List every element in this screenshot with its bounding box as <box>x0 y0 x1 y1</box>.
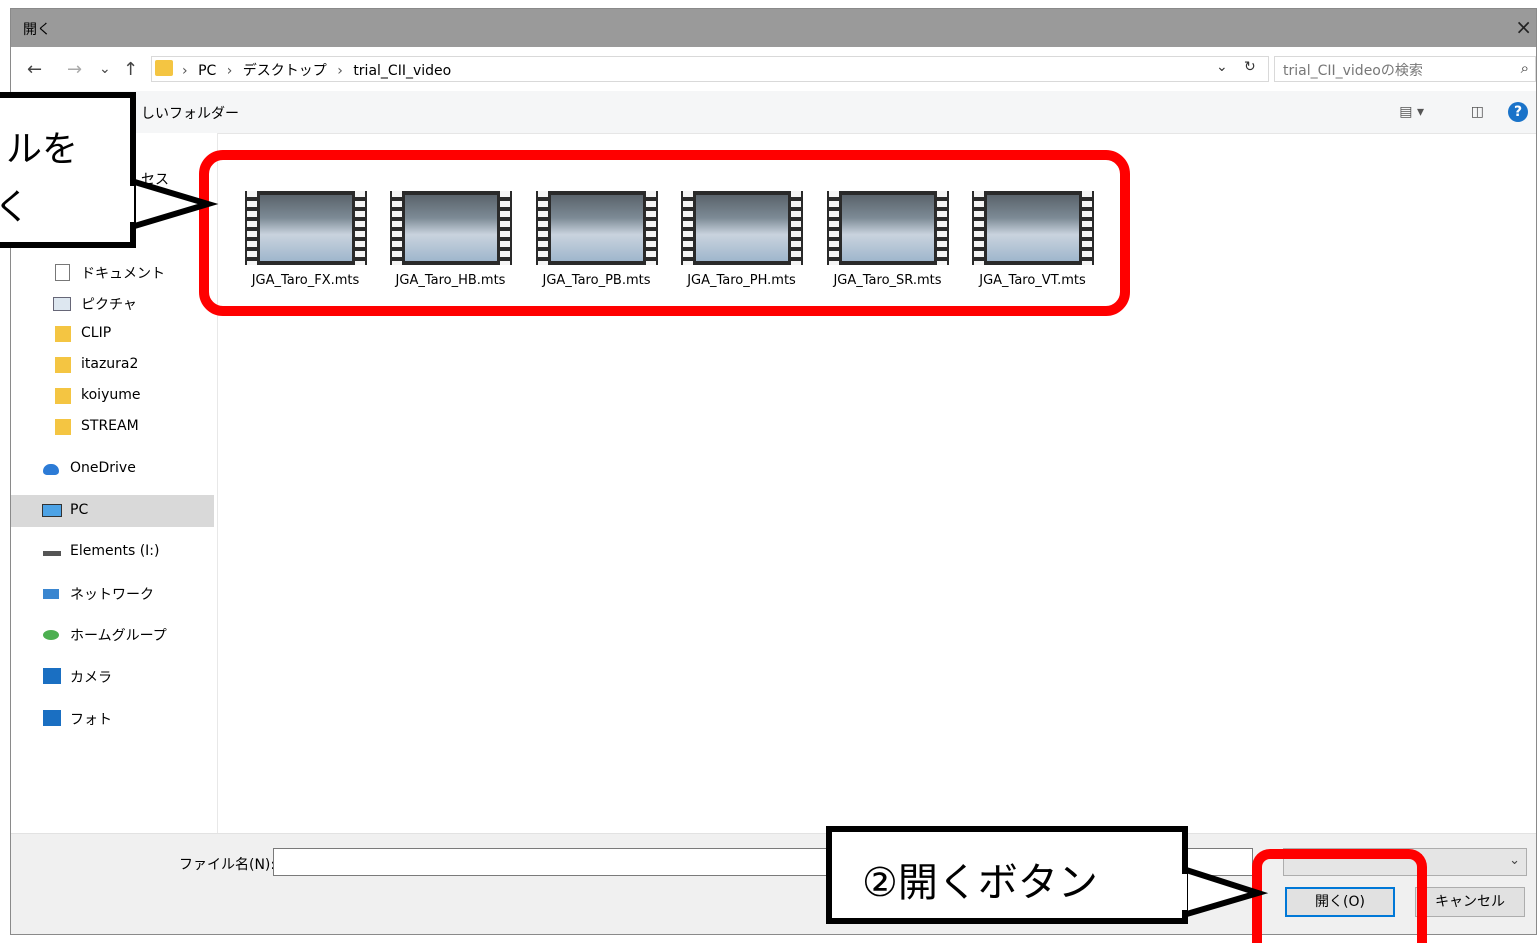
callout-text: ②開くボタン <box>862 860 1098 906</box>
callout-open-button: ②開くボタン <box>826 826 1188 924</box>
callout-text-line1: ルを <box>6 129 79 170</box>
annotation-arrows <box>125 175 1269 921</box>
callout-text-line2: く <box>0 187 31 228</box>
callout2-arrow <box>1177 863 1269 921</box>
callout1-seam <box>126 186 134 222</box>
callout1-arrow <box>125 175 219 233</box>
callout-select-file: ルを く <box>0 92 136 248</box>
callout2-seam <box>1179 874 1187 910</box>
